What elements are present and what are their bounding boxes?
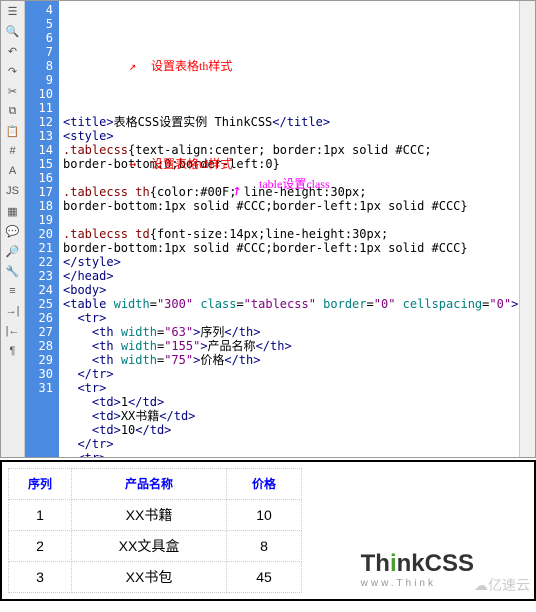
tool-icon[interactable]: A xyxy=(5,163,21,179)
editor-toolbar: ☰ 🔍 ↶ ↷ ✂ ⧉ 📋 # A JS ▦ 💬 🔎 🔧 ≡ →| |← ¶ xyxy=(1,1,25,457)
tool-icon[interactable]: →| xyxy=(5,303,21,319)
logo-main: ThinkCSS xyxy=(361,550,474,578)
logo: ThinkCSS www.Think xyxy=(361,550,474,589)
tool-icon[interactable]: ▦ xyxy=(5,203,21,219)
cell: XX文具盒 xyxy=(72,531,227,562)
tool-icon[interactable]: ↶ xyxy=(5,43,21,59)
cell: 10 xyxy=(227,500,302,531)
tool-icon[interactable]: ¶ xyxy=(5,343,21,359)
cell: 2 xyxy=(9,531,72,562)
annotation-th: 设置表格th样式 xyxy=(151,59,232,73)
col-header: 序列 xyxy=(9,469,72,500)
tool-icon[interactable]: 🔧 xyxy=(5,263,21,279)
table-row: 2 XX文具盒 8 xyxy=(9,531,302,562)
line-gutter: 4567891011121314151617181920212223242526… xyxy=(25,1,59,457)
tool-icon[interactable]: 🔎 xyxy=(5,243,21,259)
col-header: 价格 xyxy=(227,469,302,500)
cell: 3 xyxy=(9,562,72,593)
tool-icon[interactable]: ≡ xyxy=(5,283,21,299)
cell: XX书籍 xyxy=(72,500,227,531)
vertical-scrollbar[interactable] xyxy=(519,1,535,457)
annotation-td: 设置表格td样式 xyxy=(151,157,232,171)
col-header: 产品名称 xyxy=(72,469,227,500)
code-editor: ☰ 🔍 ↶ ↷ ✂ ⧉ 📋 # A JS ▦ 💬 🔎 🔧 ≡ →| |← ¶ 4… xyxy=(0,0,536,458)
tool-icon[interactable]: ☰ xyxy=(5,3,21,19)
cloud-icon: ☁ xyxy=(474,577,488,594)
preview-panel: 序列 产品名称 价格 1 XX书籍 10 2 XX文具盒 8 3 XX书包 45… xyxy=(0,460,536,601)
watermark: ☁亿速云 xyxy=(474,575,530,595)
table-header-row: 序列 产品名称 价格 xyxy=(9,469,302,500)
tool-icon[interactable]: ⧉ xyxy=(5,103,21,119)
tool-icon[interactable]: ✂ xyxy=(5,83,21,99)
tool-icon[interactable]: # xyxy=(5,143,21,159)
table-row: 1 XX书籍 10 xyxy=(9,500,302,531)
logo-sub: www.Think xyxy=(361,578,474,589)
tool-icon[interactable]: 🔍 xyxy=(5,23,21,39)
arrow-icon: → xyxy=(129,157,136,171)
cell: 45 xyxy=(227,562,302,593)
tool-icon[interactable]: JS xyxy=(5,183,21,199)
code-area[interactable]: 设置表格th样式 ↗ 设置表格td样式 → table设置class ↗ <ti… xyxy=(59,1,519,457)
preview-table: 序列 产品名称 价格 1 XX书籍 10 2 XX文具盒 8 3 XX书包 45 xyxy=(8,468,302,593)
tool-icon[interactable]: 💬 xyxy=(5,223,21,239)
cell: 8 xyxy=(227,531,302,562)
tool-icon[interactable]: ↷ xyxy=(5,63,21,79)
table-row: 3 XX书包 45 xyxy=(9,562,302,593)
annotation-class: table设置class xyxy=(259,177,330,191)
tool-icon[interactable]: 📋 xyxy=(5,123,21,139)
cell: 1 xyxy=(9,500,72,531)
arrow-icon: ↗ xyxy=(129,59,136,73)
tool-icon[interactable]: |← xyxy=(5,323,21,339)
cell: XX书包 xyxy=(72,562,227,593)
